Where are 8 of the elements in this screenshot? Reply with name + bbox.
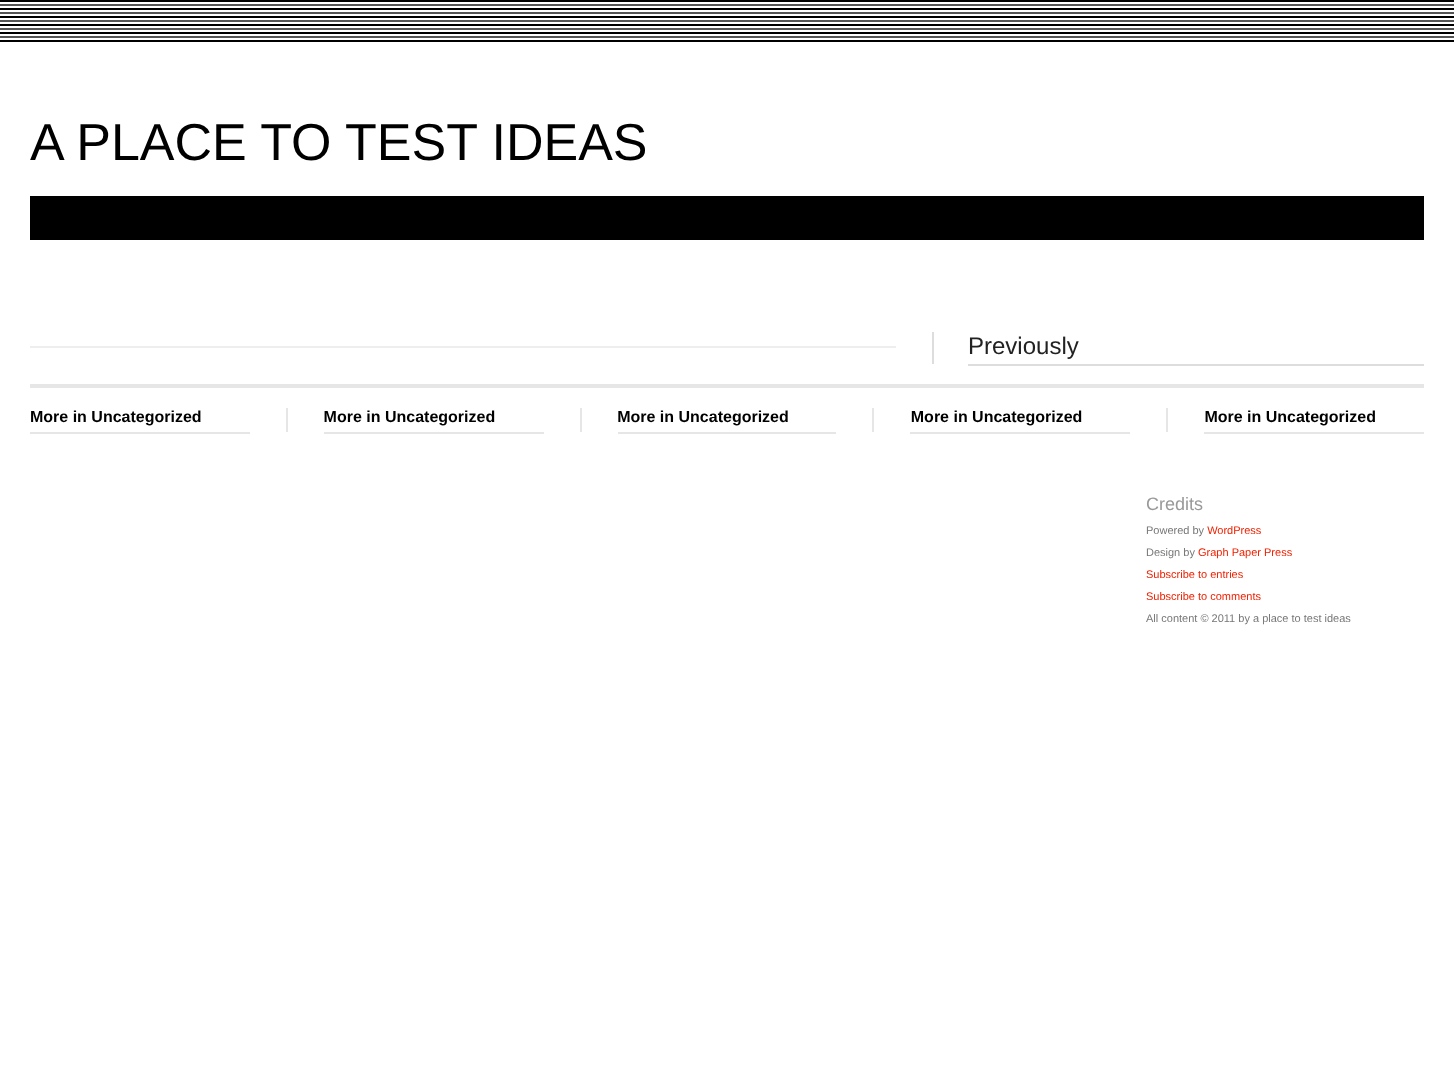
section-heading: More in Uncategorized [323,408,498,428]
section-heading: More in Uncategorized [910,408,1085,428]
section-heading: More in Uncategorized [617,408,791,428]
credits-heading: Credits [1146,494,1206,514]
section-heading: More in Uncategorized [30,408,204,428]
site-title[interactable]: A PLACE TO TEST IDEAS [30,44,1424,196]
section-heading: More in Uncategorized [1204,408,1378,428]
previously-heading: Previously [968,332,1081,360]
